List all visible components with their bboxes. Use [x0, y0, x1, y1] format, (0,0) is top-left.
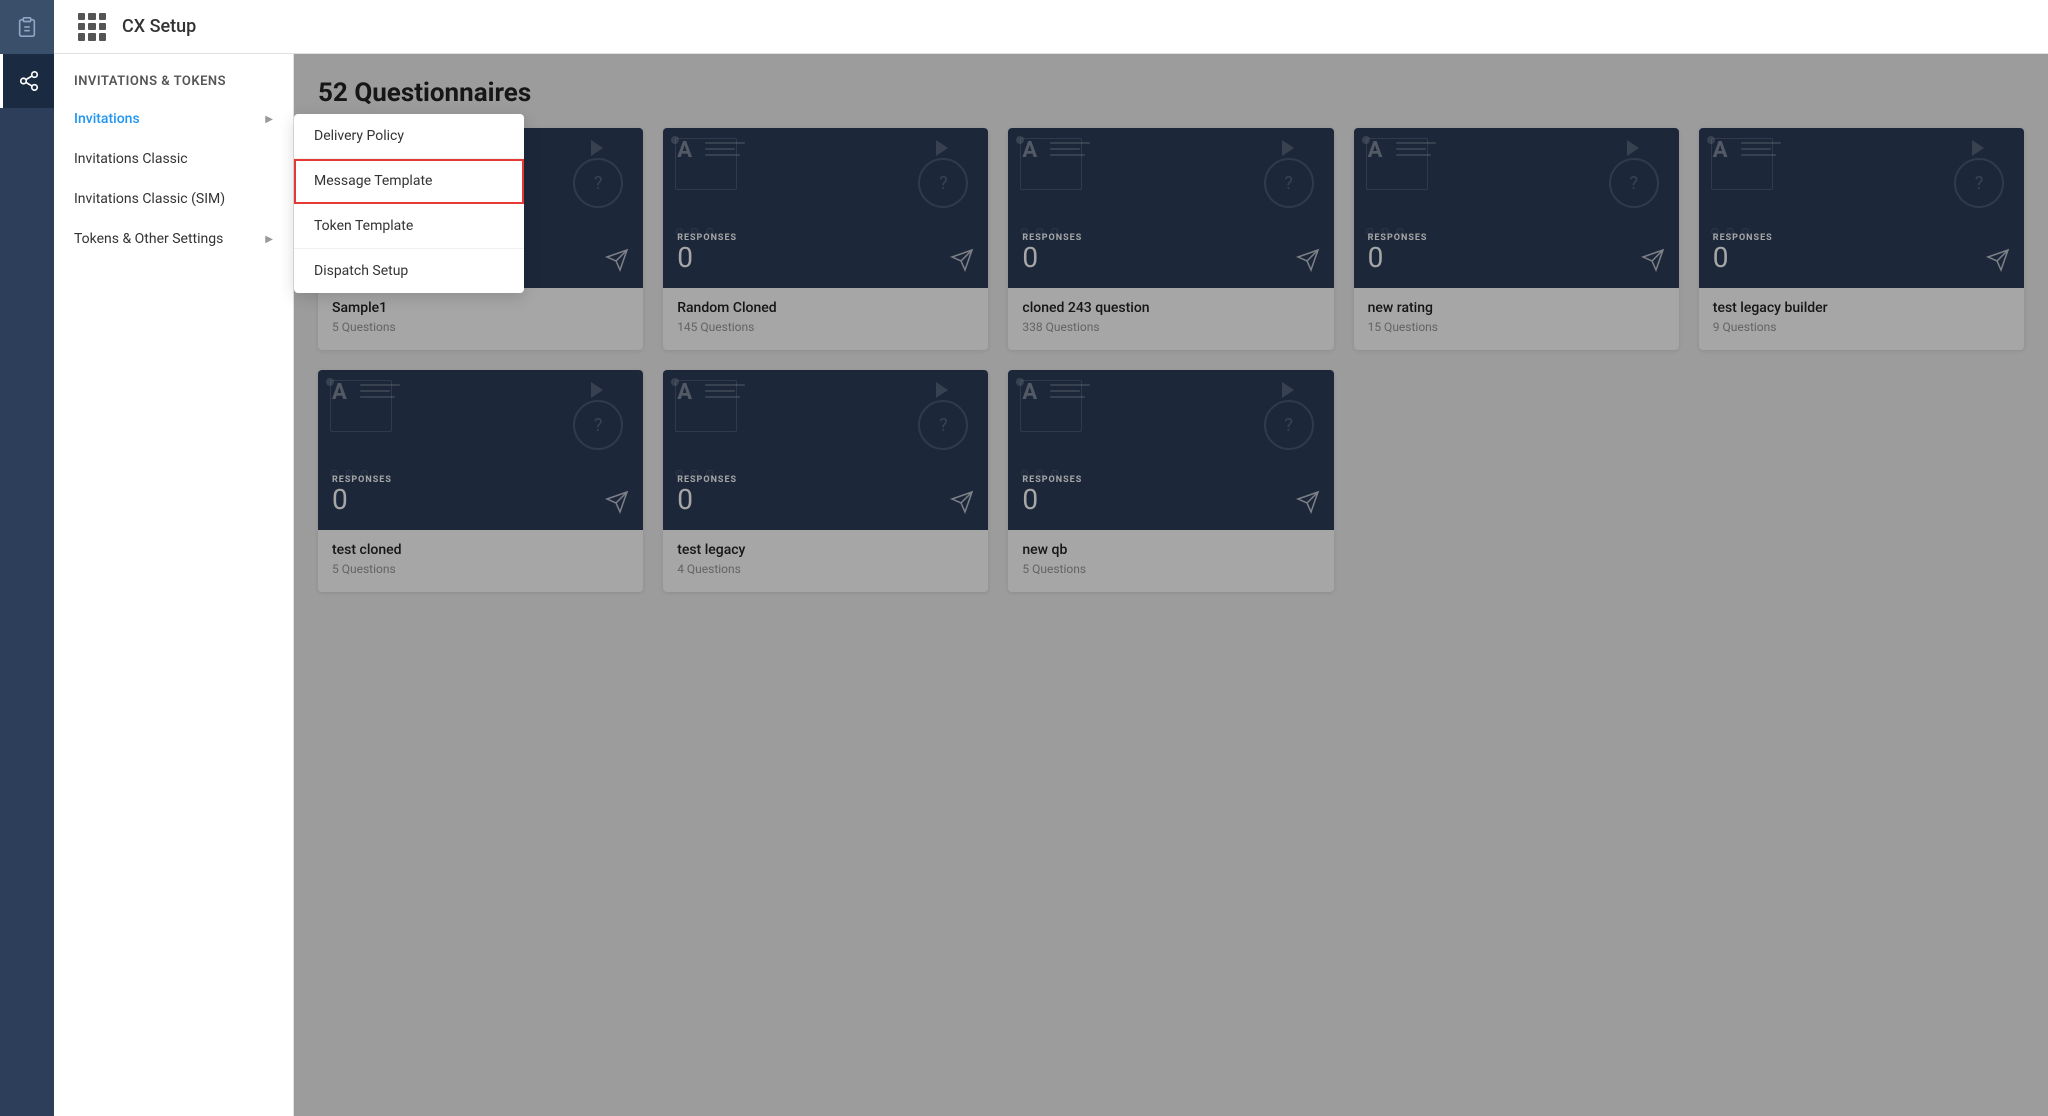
left-nav: Invitations & Tokens Invitations ▶ Invit…	[54, 54, 294, 1116]
content-area: Invitations & Tokens Invitations ▶ Invit…	[54, 54, 2048, 1116]
sidebar-share-icon[interactable]	[0, 54, 54, 108]
overlay-dim[interactable]	[294, 54, 2048, 1116]
sidebar-item-invitations[interactable]: Invitations ▶	[54, 99, 293, 139]
sidebar-item-invitations-classic[interactable]: Invitations Classic	[54, 139, 293, 179]
left-nav-section-title: Invitations & Tokens	[54, 54, 293, 99]
app-title: CX Setup	[122, 16, 196, 37]
flyout-menu: Delivery Policy Message Template Token T…	[294, 114, 524, 293]
sidebar	[0, 0, 54, 1116]
grid-area: 52 Questionnaires A ? ☺ ☺	[294, 54, 2048, 1116]
flyout-message-template[interactable]: Message Template	[294, 159, 524, 204]
flyout-dispatch-setup[interactable]: Dispatch Setup	[294, 249, 524, 293]
flyout-token-template[interactable]: Token Template	[294, 204, 524, 249]
main-container: CX Setup Invitations & Tokens Invitation…	[54, 0, 2048, 1116]
chevron-right-icon-tokens: ▶	[265, 234, 273, 245]
flyout-delivery-policy[interactable]: Delivery Policy	[294, 114, 524, 159]
sidebar-item-tokens[interactable]: Tokens & Other Settings ▶	[54, 219, 293, 259]
topbar: CX Setup	[54, 0, 2048, 54]
sidebar-clipboard-icon[interactable]	[0, 0, 54, 54]
chevron-right-icon: ▶	[265, 114, 273, 125]
sidebar-item-invitations-classic-sim[interactable]: Invitations Classic (SIM)	[54, 179, 293, 219]
app-grid-icon[interactable]	[78, 13, 106, 41]
